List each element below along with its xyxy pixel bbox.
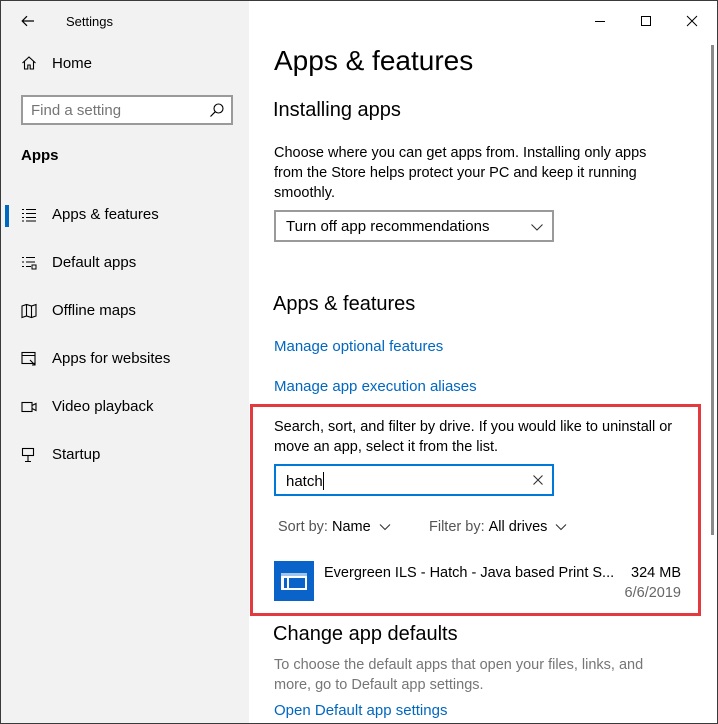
sidebar-item-default-apps[interactable]: Default apps [1,245,249,281]
app-title: Settings [66,14,113,29]
sidebar-item-apps-features[interactable]: Apps & features [1,197,249,233]
map-icon [21,303,37,319]
dropdown-value: Turn off app recommendations [286,218,490,235]
sidebar-item-video-playback[interactable]: Video playback [1,389,249,425]
sidebar: Settings Home Apps Apps & features [1,1,249,723]
find-setting-search[interactable] [21,95,233,125]
apps-features-heading: Apps & features [273,293,416,315]
sidebar-item-label: Home [52,55,93,72]
open-default-app-settings-link[interactable]: Open Default app settings [274,702,447,719]
link-icon [21,351,36,366]
sidebar-item-apps-for-websites[interactable]: Apps for websites [1,341,249,377]
manage-app-execution-aliases-link[interactable]: Manage app execution aliases [274,378,477,395]
sidebar-item-startup[interactable]: Startup [1,437,249,473]
settings-window: Settings Home Apps Apps & features [0,0,718,724]
title-bar-left: Settings [1,1,249,41]
sidebar-item-offline-maps[interactable]: Offline maps [1,293,249,329]
change-app-defaults-heading: Change app defaults [273,623,458,645]
installing-apps-description: Choose where you can get apps from. Inst… [274,145,647,201]
sidebar-item-label: Video playback [52,398,154,415]
sidebar-item-label: Default apps [52,254,137,271]
list-icon [22,208,36,222]
sidebar-item-label: Startup [52,446,101,463]
sidebar-item-label: Apps & features [52,206,159,223]
find-setting-input[interactable] [31,100,201,120]
chevron-down-icon [531,224,543,231]
installing-apps-heading: Installing apps [273,99,401,121]
back-arrow-icon [21,15,34,27]
sidebar-section-label: Apps [21,147,59,164]
sidebar-item-home[interactable]: Home [1,47,249,79]
sidebar-item-label: Apps for websites [52,350,171,367]
sidebar-item-label: Offline maps [52,302,136,319]
manage-optional-features-link[interactable]: Manage optional features [274,338,443,355]
home-icon [22,56,36,70]
app-source-dropdown[interactable]: Turn off app recommendations [274,210,554,242]
default-apps-icon [22,256,37,270]
change-app-defaults-description: To choose the default apps that open you… [274,657,644,693]
selection-indicator [5,205,9,227]
highlight-box [250,404,701,616]
startup-icon [21,447,35,463]
video-icon [21,401,37,413]
search-icon [210,103,224,117]
page-title: Apps & features [274,45,474,76]
back-button[interactable] [13,7,43,35]
